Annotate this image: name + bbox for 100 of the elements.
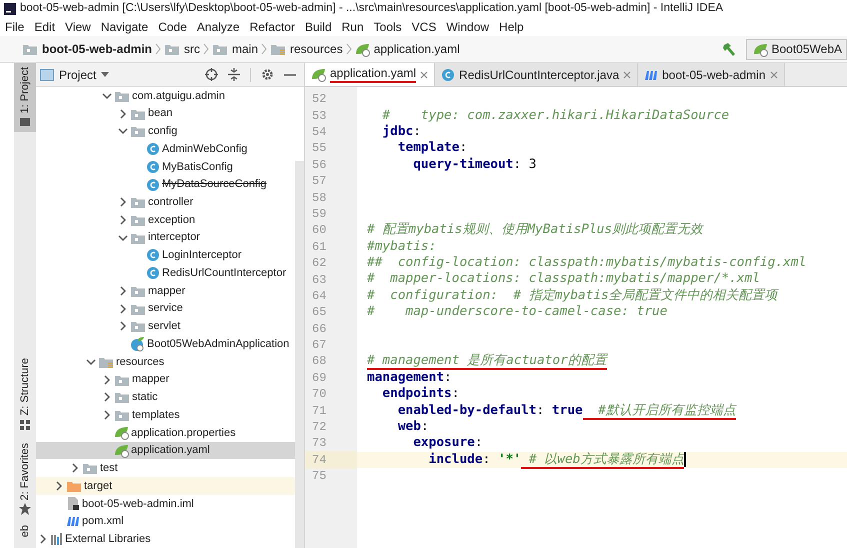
project-view-dropdown[interactable]: Project <box>40 66 110 84</box>
tree-item[interactable]: pom.xml <box>36 512 295 530</box>
folder-icon <box>114 408 130 422</box>
chevron-down-icon[interactable] <box>102 90 112 101</box>
tool-window-tab[interactable]: 1: Project <box>14 63 36 132</box>
separator-icon <box>346 43 352 55</box>
menu-item[interactable]: Tools <box>374 20 402 32</box>
tree-item[interactable]: bean <box>36 104 295 122</box>
menu-item[interactable]: Navigate <box>100 20 148 32</box>
code-line: # management 是所有actuator的配置 <box>367 353 607 370</box>
menu-item[interactable]: File <box>5 20 24 32</box>
tree-item[interactable]: mapper <box>36 370 295 388</box>
tree-item[interactable]: servlet <box>36 318 295 336</box>
line-number: 71 <box>311 402 328 420</box>
tree-item[interactable]: application.yaml <box>36 442 295 460</box>
scrollbar[interactable] <box>295 161 304 548</box>
line-number: 67 <box>311 337 328 354</box>
locate-icon[interactable] <box>205 68 218 81</box>
tree-item[interactable]: MyDataSourceConfig <box>36 176 295 194</box>
chevron-right-icon[interactable] <box>102 374 112 385</box>
tree-item[interactable]: LoginInterceptor <box>36 246 295 264</box>
menu-item[interactable]: Edit <box>34 20 56 32</box>
menu-item[interactable]: Analyze <box>196 20 240 32</box>
chevron-right-icon[interactable] <box>38 534 48 544</box>
tool-window-tab[interactable]: Z: Structure <box>14 354 36 435</box>
chevron-down-icon[interactable] <box>118 126 128 136</box>
close-icon[interactable] <box>770 70 778 78</box>
breadcrumb-item[interactable]: main <box>212 40 258 58</box>
tree-item[interactable]: AdminWebConfig <box>36 140 295 158</box>
code-line: web: <box>396 419 429 435</box>
chevron-right-icon[interactable] <box>118 321 128 332</box>
tree-item[interactable]: test <box>36 459 295 478</box>
menu-item[interactable]: Refactor <box>250 20 295 32</box>
editor-tab[interactable]: RedisUrlCountInterceptor.java <box>435 63 638 86</box>
window-title: boot-05-web-admin [C:\Users\lfy\Desktop\boot-05-web-admin] - ...\src\main\resources\application.yaml [boot-05-web-admin] - IntelliJ IDEA <box>20 1 724 16</box>
breadcrumb-item[interactable]: boot-05-web-admin <box>22 40 152 58</box>
breadcrumb-item[interactable]: src <box>164 40 200 58</box>
editor-tab[interactable]: application.yaml <box>305 63 436 86</box>
menu-item[interactable]: View <box>65 20 91 32</box>
code-line: include: '*' # 以web方式暴露所有端点 <box>428 452 684 468</box>
run-configuration-dropdown[interactable]: Boot05WebA <box>746 38 847 60</box>
close-icon[interactable] <box>623 70 632 78</box>
close-icon[interactable] <box>420 70 428 78</box>
libraries-icon <box>50 532 63 546</box>
tree-item[interactable]: target <box>36 477 295 495</box>
line-number: 57 <box>311 173 328 190</box>
menu-item[interactable]: VCS <box>412 20 436 32</box>
line-number: 54 <box>311 124 328 141</box>
collapse-all-icon[interactable] <box>228 68 240 81</box>
chevron-right-icon[interactable] <box>102 410 112 420</box>
breadcrumb-item[interactable]: resources <box>270 40 343 58</box>
tree-item[interactable]: resources <box>36 353 295 371</box>
settings-icon[interactable] <box>261 68 274 81</box>
chevron-down-icon[interactable] <box>118 232 128 243</box>
folder-icon <box>66 479 82 494</box>
chevron-down-icon[interactable] <box>86 356 96 367</box>
tree-item[interactable]: com.atguigu.admin <box>36 87 295 105</box>
tree-item[interactable]: application.properties <box>36 424 295 442</box>
menu-item[interactable]: Window <box>446 20 490 32</box>
separator-icon <box>203 43 209 55</box>
tree-item[interactable]: exception <box>36 211 295 229</box>
code-line: # configuration: # 指定mybatis全局配置文件中的相关配置项 <box>367 288 778 304</box>
text-cursor <box>684 452 686 468</box>
tree-item[interactable]: config <box>36 122 295 140</box>
spring-leaf-icon <box>114 443 129 458</box>
chevron-right-icon[interactable] <box>118 215 128 225</box>
tree-item[interactable]: interceptor <box>36 228 295 247</box>
tree-item[interactable]: RedisUrlCountInterceptor <box>36 264 295 282</box>
hammer-icon[interactable] <box>720 42 736 56</box>
class-icon <box>441 68 456 82</box>
editor-tab[interactable]: boot-05-web-admin <box>638 63 785 86</box>
tree-item[interactable]: static <box>36 388 295 406</box>
tree-item[interactable]: boot-05-web-admin.iml <box>36 494 295 513</box>
tree-item[interactable]: templates <box>36 406 295 424</box>
line-number: 60 <box>311 222 328 240</box>
chevron-right-icon[interactable] <box>118 286 128 296</box>
menu-item[interactable]: Help <box>499 20 524 32</box>
class-icon <box>146 160 160 174</box>
tree-item[interactable]: mapper <box>36 282 295 300</box>
chevron-right-icon[interactable] <box>118 108 128 119</box>
project-view-icon <box>40 68 54 82</box>
line-number: 52 <box>311 91 328 108</box>
tree-item[interactable]: service <box>36 300 295 318</box>
tool-window-tab[interactable]: eb <box>14 521 36 542</box>
tree-item[interactable]: MyBatisConfig <box>36 158 295 176</box>
tool-window-tab[interactable]: 2: Favorites <box>14 438 36 520</box>
menu-item[interactable]: Code <box>158 20 187 32</box>
tree-item[interactable]: Boot05WebAdminApplication <box>36 335 295 354</box>
code-line: template: <box>396 140 468 156</box>
chevron-right-icon[interactable] <box>118 304 128 314</box>
breadcrumb-item[interactable]: application.yaml <box>354 40 460 58</box>
tree-item[interactable]: controller <box>36 193 295 212</box>
chevron-right-icon[interactable] <box>54 481 64 492</box>
chevron-right-icon[interactable] <box>118 197 128 208</box>
line-number: 74 <box>305 450 357 469</box>
tree-item[interactable]: External Libraries <box>36 530 295 548</box>
chevron-right-icon[interactable] <box>70 463 80 474</box>
menu-item[interactable]: Run <box>342 20 364 32</box>
menu-item[interactable]: Build <box>304 20 332 32</box>
chevron-right-icon[interactable] <box>102 392 112 402</box>
